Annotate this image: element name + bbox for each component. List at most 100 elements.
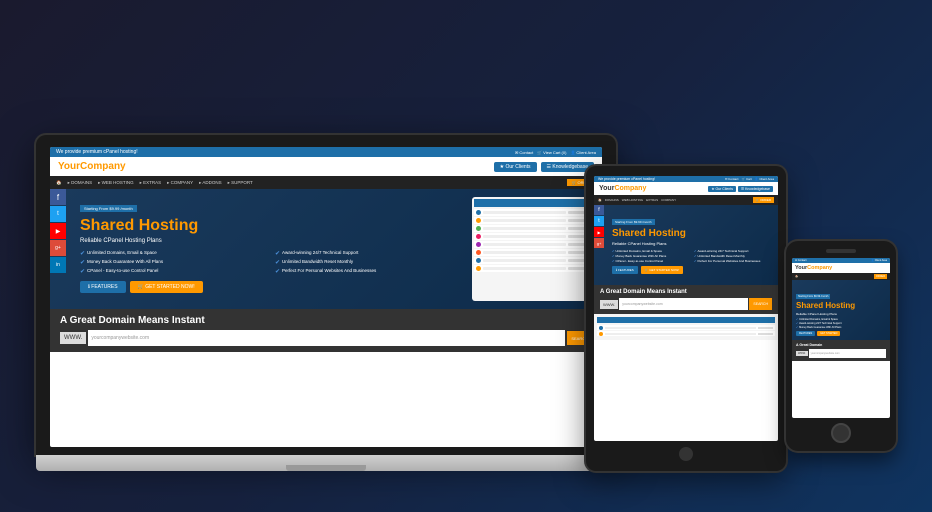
phone-home-button[interactable] xyxy=(831,423,851,443)
laptop-clients-btn[interactable]: ★ Our Clients xyxy=(494,162,537,172)
laptop-nav: 🏠 ▸ DOMAINS ▸ WEB HOSTING ▸ EXTRAS ▸ COM… xyxy=(50,176,602,189)
tablet-home-button[interactable] xyxy=(679,447,693,461)
laptop-panel-row-8 xyxy=(474,265,590,272)
laptop-logo: YourCompany xyxy=(58,161,126,172)
laptop-yt-icon[interactable]: ▶ xyxy=(50,223,66,239)
laptop-hero-buttons: ℹ FEATURES 🛒 GET STARTED NOW! xyxy=(80,281,464,293)
tablet-nav-extras[interactable]: EXTRAS xyxy=(646,198,658,202)
tablet-contact[interactable]: ✉ Contact xyxy=(725,177,739,181)
laptop-nav-domains[interactable]: ▸ DOMAINS xyxy=(68,180,93,186)
tablet-hero-btns: ℹ FEATURES 🛒 GET STARTED NOW! xyxy=(612,266,772,274)
phone-logo: YourCompany xyxy=(795,265,832,271)
tablet-feat-4: ✔Unlimited Bandwidth Reset Monthly xyxy=(694,254,772,258)
laptop-domain-input-row: WWW. yourcompanywebsite.com SEARCH xyxy=(60,330,592,346)
laptop-panel-dot-4 xyxy=(476,234,481,239)
laptop-feature-5: ✔CPanel - Easy-to-use Control Panel xyxy=(80,268,269,275)
tablet-features-btn[interactable]: ℹ FEATURES xyxy=(612,266,638,274)
laptop-nav-extras[interactable]: ▸ EXTRAS xyxy=(140,180,162,186)
laptop-cart-link[interactable]: 🛒 View Cart (0) xyxy=(537,150,566,155)
tablet-domain-section: A Great Domain Means Instant WWW. yourco… xyxy=(594,285,778,314)
laptop-panel-inner xyxy=(472,197,592,301)
laptop-screen-outer: We provide premium cPanel hosting! ✉ Con… xyxy=(36,135,616,455)
tablet-feat-6: ✔Perfect For Personal Websites And Busin… xyxy=(694,259,772,263)
laptop-feature-1: ✔Unlimited Domains, Email & Space xyxy=(80,250,269,257)
laptop-panel-short-8 xyxy=(568,267,588,270)
laptop-promo-text: We provide premium cPanel hosting! xyxy=(56,149,138,155)
tablet-dot-2 xyxy=(599,332,603,336)
laptop-client-link[interactable]: 👤 Client Area xyxy=(570,150,596,155)
laptop-nav-hosting[interactable]: ▸ WEB HOSTING xyxy=(98,180,134,186)
laptop-features-btn[interactable]: ℹ FEATURES xyxy=(80,281,126,293)
phone-contact: ✉ Contact xyxy=(795,259,806,262)
tablet-feat-5: ✔CPanel - Easy-to-use Control Panel xyxy=(612,259,690,263)
phone-header: YourCompany xyxy=(792,263,890,273)
tablet-line-1 xyxy=(605,327,756,329)
laptop-starting-price: Starting From $9.99 /month xyxy=(80,205,137,212)
tablet-hero-title: Shared Hosting xyxy=(612,228,772,239)
laptop-fb-icon[interactable]: f xyxy=(50,189,66,205)
tablet-nav-domains[interactable]: DOMAINS xyxy=(605,198,619,202)
tablet-client[interactable]: 👤 Client Area xyxy=(755,177,774,181)
phone-features-btn[interactable]: FEATURES xyxy=(796,331,815,336)
phone-feat-2: ✔Award-winning 24/7 Technical Support xyxy=(796,322,886,325)
phone-screen: ✉ Contact 👤 Client Area YourCompany 🏠 OR… xyxy=(792,258,890,418)
laptop-panel-short-3 xyxy=(568,227,588,230)
laptop-started-btn[interactable]: 🛒 GET STARTED NOW! xyxy=(130,281,203,293)
laptop-panel-dot-8 xyxy=(476,266,481,271)
tablet-dot-1 xyxy=(599,326,603,330)
tablet-hero: f t ▶ g+ Starting From $9.99 /month Shar… xyxy=(594,205,778,285)
tablet-yt[interactable]: ▶ xyxy=(594,227,604,237)
tablet-topbar-links: ✉ Contact 🛒 Cart 👤 Client Area xyxy=(725,177,774,181)
phone-order-btn[interactable]: ORDER xyxy=(874,274,887,279)
phone-started-btn[interactable]: GET STARTED xyxy=(817,331,840,336)
laptop-contact-link[interactable]: ✉ Contact xyxy=(515,150,533,155)
laptop-hero-subtitle: Reliable CPanel Hosting Plans xyxy=(80,238,464,244)
laptop-panel-line-1 xyxy=(483,211,566,214)
laptop-domain-input[interactable]: yourcompanywebsite.com xyxy=(88,330,565,346)
tablet-panel-bar xyxy=(597,317,775,323)
tablet-started-btn[interactable]: 🛒 GET STARTED NOW! xyxy=(641,266,683,274)
tablet-hero-content: Starting From $9.99 /month Shared Hostin… xyxy=(600,210,772,280)
tablet-clients-btn[interactable]: ★ Our Clients xyxy=(708,186,736,192)
phone-domain-title: A Great Domain xyxy=(796,343,886,347)
laptop-panel-row-4 xyxy=(474,233,590,240)
laptop-panel-header xyxy=(474,199,590,207)
phone-domain-row: WWW. yourcompanywebsite.com xyxy=(796,349,886,358)
laptop-nav-home[interactable]: 🏠 xyxy=(56,180,62,186)
laptop-feature-6: ✔Perfect For Personal Websites And Busin… xyxy=(275,268,464,275)
tablet-nav-company[interactable]: COMPANY xyxy=(661,198,676,202)
phone-domain-input[interactable]: yourcompanywebsite.com xyxy=(809,349,886,358)
tablet-nav-home[interactable]: 🏠 xyxy=(598,198,602,202)
laptop-panel-line-7 xyxy=(483,259,566,262)
phone-device: ✉ Contact 👤 Client Area YourCompany 🏠 OR… xyxy=(786,241,896,451)
tablet-domain-row: WWW. yourcompanywebsite.com SEARCH xyxy=(600,298,772,310)
tablet-promo: We provide premium cPanel hosting! xyxy=(598,177,655,181)
tablet-order-btn[interactable]: 🛒 ORDER xyxy=(753,197,774,203)
tablet-cart[interactable]: 🛒 Cart xyxy=(742,177,752,181)
tablet-panel-r1 xyxy=(597,325,775,330)
phone-nav-home[interactable]: 🏠 xyxy=(795,275,798,278)
tablet-domain-input[interactable]: yourcompanywebsite.com xyxy=(619,298,748,310)
laptop-panel-line-4 xyxy=(483,235,566,238)
phone-client: 👤 Client Area xyxy=(871,259,887,262)
laptop-tw-icon[interactable]: t xyxy=(50,206,66,222)
tablet-hero-subtitle: Reliable CPanel Hosting Plans xyxy=(612,241,772,246)
laptop-nav-addons[interactable]: ▸ ADDONS xyxy=(199,180,222,186)
tablet-knowledge-btn[interactable]: ☰ Knowledgebase xyxy=(738,186,773,192)
laptop-feature-3: ✔Money Back Guarantee With All Plans xyxy=(80,259,269,266)
phone-hero: Starting From $9.99 /month Shared Hostin… xyxy=(792,280,890,340)
tablet-search-btn[interactable]: SEARCH xyxy=(749,298,772,310)
tablet-panel-section xyxy=(594,314,778,340)
tablet-short-2 xyxy=(758,333,773,335)
tablet-tw[interactable]: t xyxy=(594,216,604,226)
tablet-header: YourCompany ★ Our Clients ☰ Knowledgebas… xyxy=(594,182,778,195)
laptop-li-icon[interactable]: in xyxy=(50,257,66,273)
laptop-nav-company[interactable]: ▸ COMPANY xyxy=(167,180,193,186)
laptop-panel-row-6 xyxy=(474,249,590,256)
laptop-gp-icon[interactable]: g+ xyxy=(50,240,66,256)
laptop-nav-support[interactable]: ▸ SUPPORT xyxy=(228,180,253,186)
tablet-outer: We provide premium cPanel hosting! ✉ Con… xyxy=(586,166,786,471)
tablet-fb[interactable]: f xyxy=(594,205,604,215)
tablet-gp[interactable]: g+ xyxy=(594,238,604,248)
tablet-nav-hosting[interactable]: WEB HOSTING xyxy=(622,198,643,202)
